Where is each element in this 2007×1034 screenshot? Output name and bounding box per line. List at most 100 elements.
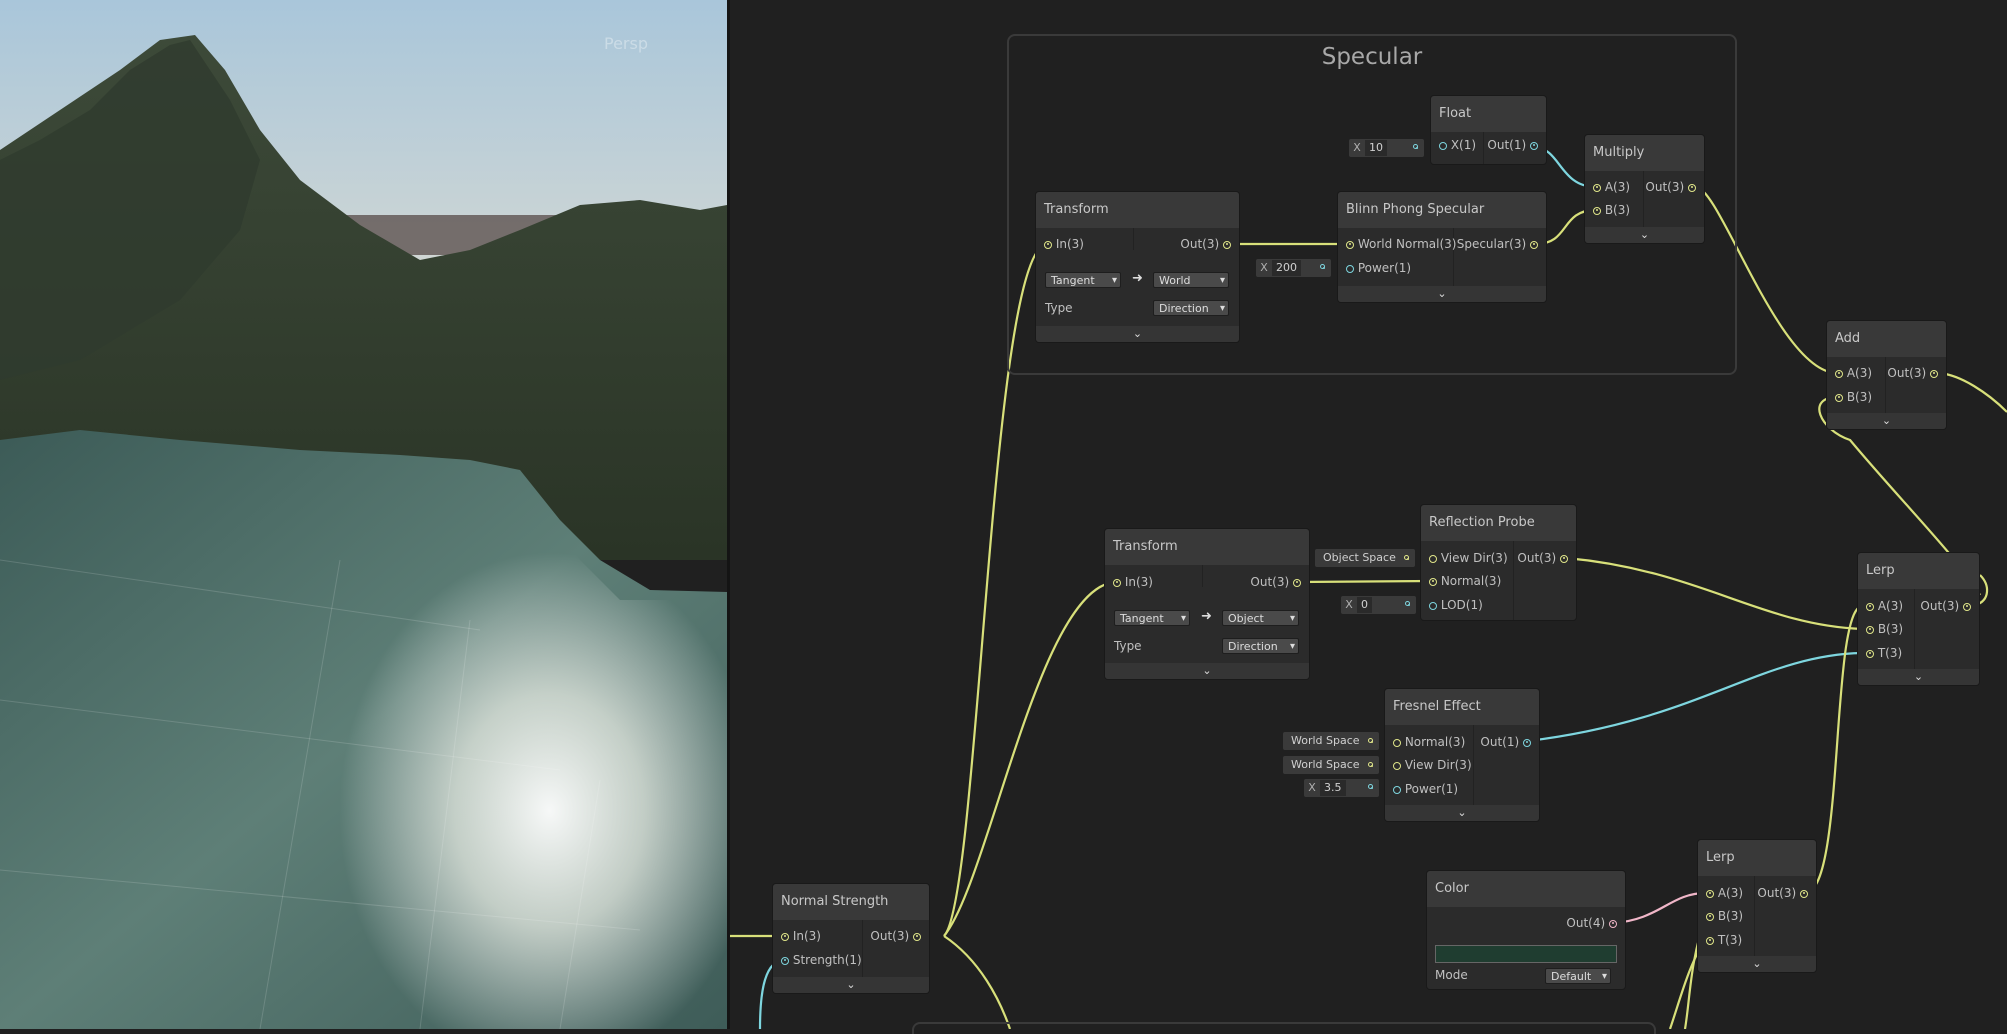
- port-dot-icon[interactable]: [781, 956, 789, 965]
- port-dot-icon[interactable]: [1223, 240, 1231, 249]
- port-dot-icon[interactable]: [1346, 240, 1354, 249]
- port-dot-icon[interactable]: [1706, 936, 1714, 945]
- value-field[interactable]: 0: [1357, 597, 1372, 613]
- port-dot-icon[interactable]: [1688, 183, 1696, 192]
- port-in-b[interactable]: B(3): [1706, 905, 1743, 927]
- node-title[interactable]: Color: [1427, 871, 1625, 907]
- node-title[interactable]: Transform: [1036, 192, 1239, 228]
- port-dot-icon[interactable]: [1293, 578, 1301, 587]
- expand-chevron-icon[interactable]: ⌄: [1385, 805, 1539, 821]
- port-dot-icon[interactable]: [1429, 577, 1437, 586]
- port-out[interactable]: Out(3): [1180, 233, 1231, 255]
- node-title[interactable]: Add: [1827, 321, 1946, 357]
- expand-chevron-icon[interactable]: ⌄: [1338, 286, 1546, 302]
- value-field[interactable]: World Space: [1291, 734, 1360, 747]
- port-dot-icon[interactable]: [1866, 625, 1874, 634]
- inline-value-power[interactable]: X 3.5: [1304, 779, 1379, 797]
- inline-value-float-x[interactable]: X 10: [1349, 139, 1424, 157]
- port-dot-icon[interactable]: [1835, 369, 1843, 378]
- expand-chevron-icon[interactable]: ⌄: [1036, 326, 1239, 342]
- node-transform-object[interactable]: Transform In(3) Out(3) Tangent ➜ Object …: [1105, 529, 1309, 679]
- mode-dropdown[interactable]: Default: [1545, 968, 1611, 985]
- expand-chevron-icon[interactable]: ⌄: [1585, 227, 1704, 243]
- node-reflection-probe[interactable]: Reflection Probe View Dir(3) Normal(3) L…: [1421, 505, 1576, 620]
- port-out[interactable]: Out(3): [1645, 176, 1696, 198]
- port-in-power[interactable]: Power(1): [1393, 778, 1458, 800]
- expand-chevron-icon[interactable]: ⌄: [1858, 669, 1979, 685]
- port-dot-icon[interactable]: [1429, 554, 1437, 563]
- type-dropdown[interactable]: Direction: [1153, 300, 1229, 317]
- port-in-world-normal[interactable]: World Normal(3): [1346, 233, 1456, 255]
- port-in-a[interactable]: A(3): [1835, 362, 1872, 384]
- node-add[interactable]: Add A(3) B(3) Out(3) ⌄: [1827, 321, 1946, 429]
- node-multiply[interactable]: Multiply A(3) B(3) Out(3) ⌄: [1585, 135, 1704, 243]
- port-in-view-dir[interactable]: View Dir(3): [1429, 547, 1508, 569]
- port-in-view-dir[interactable]: View Dir(3): [1393, 754, 1472, 776]
- port-out[interactable]: Out(4): [1566, 912, 1617, 934]
- port-dot-icon[interactable]: [1523, 738, 1531, 747]
- node-float[interactable]: Float X(1) Out(1): [1431, 96, 1546, 164]
- port-dot-icon[interactable]: [1866, 602, 1874, 611]
- port-dot-icon[interactable]: [1706, 889, 1714, 898]
- port-out[interactable]: Out(3): [1250, 571, 1301, 593]
- to-space-dropdown[interactable]: World: [1153, 272, 1229, 289]
- camera-label[interactable]: Persp: [604, 34, 648, 53]
- port-dot-icon[interactable]: [1530, 141, 1538, 150]
- port-out[interactable]: Out(3): [870, 925, 921, 947]
- node-title[interactable]: Float: [1431, 96, 1546, 132]
- port-dot-icon[interactable]: [781, 932, 789, 941]
- node-fresnel-effect[interactable]: Fresnel Effect Normal(3) View Dir(3) Pow…: [1385, 689, 1539, 821]
- port-dot-icon[interactable]: [1609, 919, 1617, 928]
- node-normal-strength[interactable]: Normal Strength In(3) Strength(1) Out(3)…: [773, 884, 929, 993]
- value-field[interactable]: 10: [1365, 140, 1387, 156]
- node-title[interactable]: Reflection Probe: [1421, 505, 1576, 541]
- port-dot-icon[interactable]: [1346, 264, 1354, 273]
- group-bottom-edge[interactable]: [912, 1022, 1656, 1034]
- port-in-strength[interactable]: Strength(1): [781, 949, 862, 971]
- port-dot-icon[interactable]: [1866, 649, 1874, 658]
- expand-chevron-icon[interactable]: ⌄: [773, 977, 929, 993]
- port-dot-icon[interactable]: [1113, 578, 1121, 587]
- port-in-lod[interactable]: LOD(1): [1429, 594, 1483, 616]
- port-in-power[interactable]: Power(1): [1346, 257, 1411, 279]
- inline-value-lod[interactable]: X0: [1341, 596, 1416, 614]
- port-dot-icon[interactable]: [1930, 369, 1938, 378]
- expand-chevron-icon[interactable]: ⌄: [1105, 663, 1309, 679]
- port-dot-icon[interactable]: [1593, 206, 1601, 215]
- port-in-normal[interactable]: Normal(3): [1429, 570, 1501, 592]
- port-out[interactable]: Out(3): [1920, 595, 1971, 617]
- port-in-b[interactable]: B(3): [1593, 199, 1630, 221]
- node-title[interactable]: Multiply: [1585, 135, 1704, 171]
- port-dot-icon[interactable]: [1593, 183, 1601, 192]
- port-dot-icon[interactable]: [1044, 240, 1052, 249]
- port-in-t[interactable]: T(3): [1706, 929, 1742, 951]
- value-field[interactable]: 3.5: [1320, 780, 1346, 796]
- node-blinn-phong-specular[interactable]: Blinn Phong Specular World Normal(3) Pow…: [1338, 192, 1546, 302]
- port-dot-icon[interactable]: [1963, 602, 1971, 611]
- port-dot-icon[interactable]: [1706, 912, 1714, 921]
- node-color[interactable]: Color Out(4) Mode Default: [1427, 871, 1625, 989]
- port-dot-icon[interactable]: [1393, 761, 1401, 770]
- group-title[interactable]: Specular: [1009, 44, 1735, 70]
- port-in-a[interactable]: A(3): [1706, 882, 1743, 904]
- port-dot-icon[interactable]: [1439, 141, 1447, 150]
- inline-value-power[interactable]: X 200: [1256, 259, 1331, 277]
- color-swatch[interactable]: [1435, 945, 1617, 963]
- node-lerp-color[interactable]: Lerp A(3) B(3) T(3) Out(3) ⌄: [1698, 840, 1816, 972]
- node-title[interactable]: Fresnel Effect: [1385, 689, 1539, 725]
- port-in[interactable]: In(3): [781, 925, 821, 947]
- node-title[interactable]: Normal Strength: [773, 884, 929, 920]
- port-in[interactable]: In(3): [1113, 571, 1153, 593]
- port-out[interactable]: Out(3): [1517, 547, 1568, 569]
- port-dot-icon[interactable]: [1560, 554, 1568, 563]
- node-title[interactable]: Transform: [1105, 529, 1309, 565]
- from-space-dropdown[interactable]: Tangent: [1114, 610, 1190, 627]
- port-dot-icon[interactable]: [1429, 601, 1437, 610]
- port-in-x[interactable]: X(1): [1439, 134, 1476, 156]
- port-in-a[interactable]: A(3): [1593, 176, 1630, 198]
- node-title[interactable]: Blinn Phong Specular: [1338, 192, 1546, 228]
- value-field[interactable]: Object Space: [1323, 551, 1396, 564]
- port-dot-icon[interactable]: [1800, 889, 1808, 898]
- port-in-a[interactable]: A(3): [1866, 595, 1903, 617]
- port-out[interactable]: Out(3): [1887, 362, 1938, 384]
